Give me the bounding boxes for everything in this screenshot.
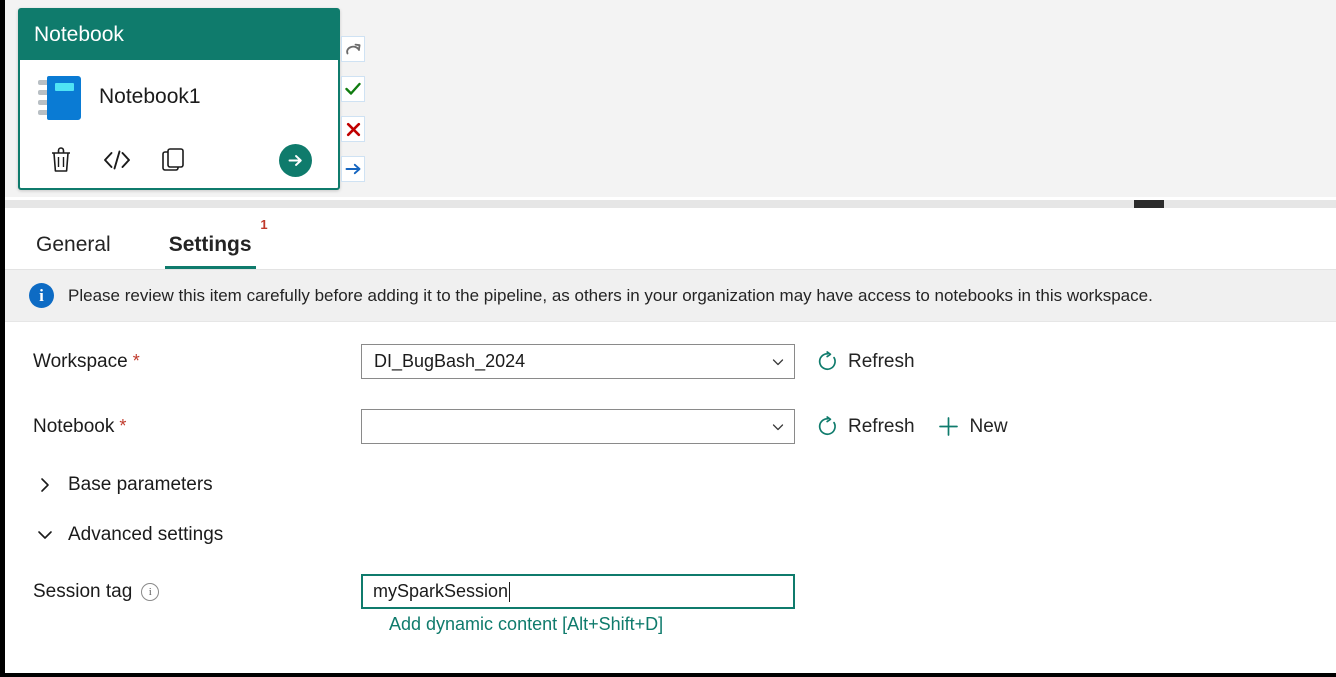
settings-form: Workspace * DI_BugBash_2024 Refresh Note…: [5, 322, 1336, 635]
on-failure-connector[interactable]: [341, 116, 365, 142]
checkmark-icon: [345, 82, 361, 95]
notebook-icon: [38, 74, 82, 120]
properties-tabs: General Settings 1: [5, 208, 1336, 270]
delete-activity-button[interactable]: [40, 139, 82, 181]
chevron-down-icon: [772, 423, 784, 430]
session-tag-label-text: Session tag: [33, 580, 133, 602]
activity-output-connectors: [341, 36, 367, 196]
workspace-refresh-label: Refresh: [848, 350, 915, 372]
tab-settings-error-badge: 1: [260, 217, 268, 232]
activity-card-header: Notebook: [20, 10, 338, 60]
pipeline-canvas: Notebook Notebook1: [5, 0, 1336, 197]
advanced-settings-section-toggle[interactable]: Advanced settings: [5, 524, 1336, 546]
view-code-button[interactable]: [96, 139, 138, 181]
info-icon: i: [29, 283, 54, 308]
add-dynamic-content-link[interactable]: Add dynamic content [Alt+Shift+D]: [389, 614, 663, 635]
notebook-new-label: New: [969, 415, 1008, 437]
session-tag-input-value: mySparkSession: [373, 581, 509, 601]
trash-icon: [52, 147, 70, 172]
base-parameters-label: Base parameters: [68, 474, 213, 495]
notebook-label-text: Notebook: [33, 415, 115, 437]
tab-settings-label: Settings: [168, 233, 252, 256]
info-banner: i Please review this item carefully befo…: [5, 270, 1336, 322]
cross-icon: [346, 122, 360, 136]
code-icon: [104, 150, 130, 170]
notebook-refresh-label: Refresh: [848, 415, 915, 437]
notebook-new-button[interactable]: New: [937, 415, 1008, 438]
duplicate-activity-button[interactable]: [152, 139, 194, 181]
tab-settings[interactable]: Settings 1: [164, 217, 268, 269]
on-success-connector[interactable]: [341, 76, 365, 102]
workspace-required-marker: *: [132, 351, 140, 371]
arrow-right-icon: [345, 163, 360, 175]
notebook-field-row: Notebook * Refresh New: [5, 409, 1336, 444]
on-skip-connector[interactable]: [341, 36, 365, 62]
panel-resize-track[interactable]: [5, 200, 1336, 208]
tab-general-label: General: [36, 233, 111, 256]
session-tag-info-icon[interactable]: i: [141, 582, 160, 601]
app-screen: Notebook Notebook1 General Settings 1 i …: [0, 0, 1336, 677]
notebook-dropdown[interactable]: [361, 409, 795, 444]
workspace-label-text: Workspace: [33, 350, 128, 372]
notebook-activity-card[interactable]: Notebook Notebook1: [18, 8, 340, 190]
session-tag-field-row: Session tag i mySparkSession: [5, 574, 1336, 609]
activity-name-label: Notebook1: [99, 85, 201, 108]
notebook-refresh-button[interactable]: Refresh: [817, 416, 915, 438]
activity-type-label: Notebook: [34, 23, 124, 46]
arrow-right-icon: [288, 154, 302, 166]
text-cursor: [509, 581, 511, 602]
workspace-refresh-button[interactable]: Refresh: [817, 351, 915, 373]
workspace-label: Workspace *: [5, 351, 361, 373]
activity-card-body: Notebook1: [20, 60, 338, 188]
activity-actions-toolbar: [20, 132, 338, 188]
retry-arrow-icon: [345, 43, 360, 54]
refresh-icon: [817, 351, 838, 372]
tab-general[interactable]: General: [32, 233, 115, 269]
activity-properties-panel: General Settings 1 i Please review this …: [5, 208, 1336, 673]
activity-name-row: Notebook1: [20, 60, 338, 120]
chevron-down-icon: [38, 531, 52, 539]
chevron-down-icon: [772, 358, 784, 365]
advanced-settings-label: Advanced settings: [68, 524, 224, 545]
notebook-required-marker: *: [119, 416, 127, 436]
notebook-label: Notebook *: [5, 416, 361, 438]
workspace-field-row: Workspace * DI_BugBash_2024 Refresh: [5, 344, 1336, 379]
on-completion-connector[interactable]: [341, 156, 365, 182]
run-activity-button[interactable]: [279, 143, 312, 177]
plus-icon: [937, 415, 960, 438]
workspace-dropdown[interactable]: DI_BugBash_2024: [361, 344, 795, 379]
refresh-icon: [817, 416, 838, 437]
base-parameters-section-toggle[interactable]: Base parameters: [5, 474, 1336, 496]
session-tag-label: Session tag i: [5, 581, 361, 603]
panel-resize-handle[interactable]: [1134, 200, 1164, 208]
copy-icon: [162, 148, 184, 171]
workspace-dropdown-value: DI_BugBash_2024: [374, 351, 526, 371]
info-banner-message: Please review this item carefully before…: [68, 285, 1153, 305]
session-tag-input[interactable]: mySparkSession: [361, 574, 795, 609]
chevron-right-icon: [41, 478, 49, 492]
